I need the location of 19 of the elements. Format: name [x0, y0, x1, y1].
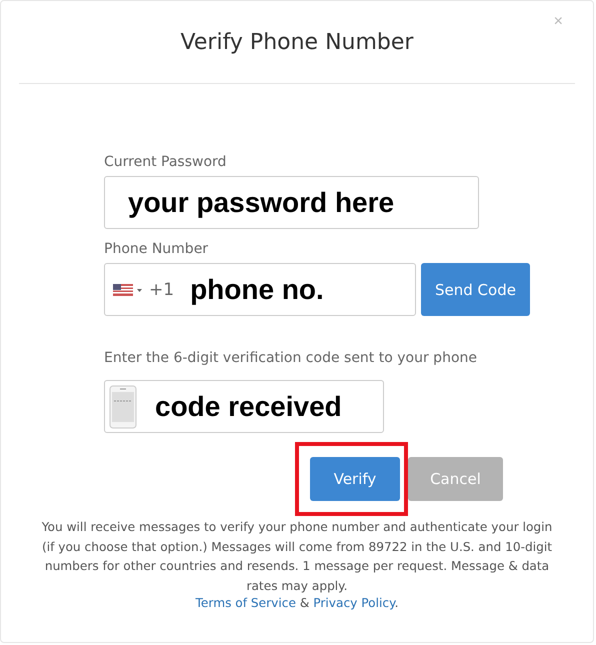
flag-icon[interactable] [113, 284, 143, 296]
code-value: code received [155, 390, 342, 422]
ampersand-text: & [300, 596, 310, 610]
dialog-title: Verify Phone Number [180, 30, 414, 54]
password-field[interactable]: your password here [104, 176, 479, 229]
phone-icon [109, 384, 137, 428]
verify-button[interactable]: Verify [310, 457, 400, 501]
notice-text: You will receive messages to verify your phone number and authenticate your login (if you choose that option.) Messages will come from 89722 in the U.S. and 10-digit numbers for other countries and resends. 1 message per request. Message & data rates may apply. [41, 519, 553, 594]
field-label: Enter the 6-digit verification code sent to your phone [104, 350, 478, 366]
period-text: . [394, 596, 398, 610]
field-label: Phone Number [104, 241, 210, 257]
privacy-link[interactable]: Privacy Policy [313, 596, 395, 610]
code-field[interactable]: code received [104, 380, 384, 433]
field-label: Current Password [104, 154, 228, 170]
phone-field[interactable]: +1 phone no. [104, 263, 416, 316]
send-code-button[interactable]: Send Code [421, 263, 530, 316]
terms-link[interactable]: Terms of Service [196, 596, 296, 610]
phone-value: phone no. [190, 274, 324, 306]
country-code: +1 [149, 280, 174, 300]
